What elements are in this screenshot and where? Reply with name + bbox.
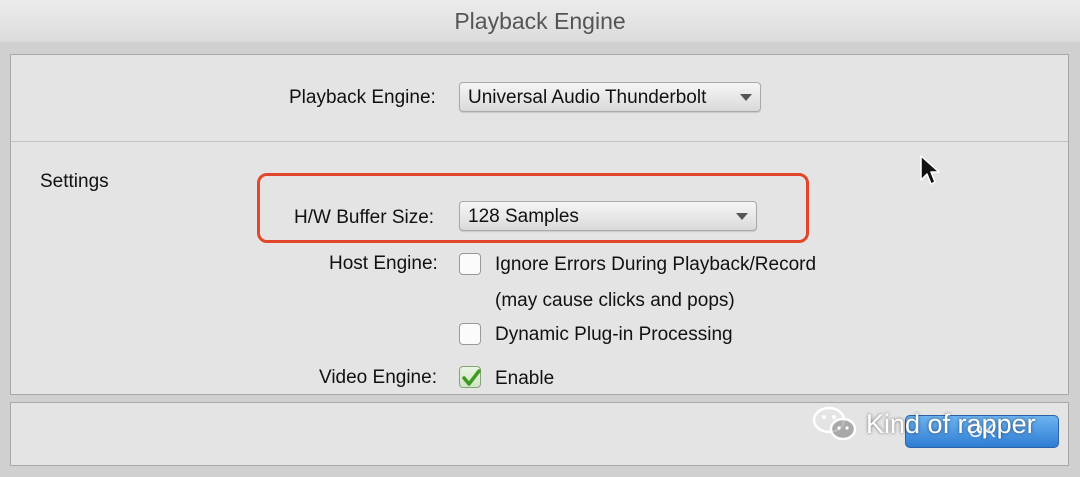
host-engine-label: Host Engine: [329,253,438,274]
dynamic-plugin-label[interactable]: Dynamic Plug-in Processing [495,324,733,346]
window-title: Playback Engine [0,0,1080,43]
chevron-down-icon [740,94,752,101]
settings-heading: Settings [40,171,109,192]
ignore-errors-note: (may cause clicks and pops) [495,290,735,311]
playback-engine-label: Playback Engine: [289,87,436,108]
buffer-highlight-annotation [257,173,809,243]
video-engine-label: Video Engine: [319,367,437,388]
ignore-errors-label[interactable]: Ignore Errors During Playback/Record [495,254,816,276]
wechat-icon [812,406,857,441]
playback-engine-value: Universal Audio Thunderbolt [468,87,707,108]
watermark: Kind of rapper [810,404,1060,444]
mouse-cursor-icon [920,155,940,185]
watermark-text: Kind of rapper [866,409,1036,439]
checkmark-icon [462,369,481,386]
ignore-errors-checkbox[interactable] [459,253,481,275]
dynamic-plugin-checkbox[interactable] [459,323,481,345]
video-enable-label[interactable]: Enable [495,368,554,390]
video-enable-checkbox[interactable] [459,366,481,388]
section-divider [11,141,1068,142]
settings-panel: Playback Engine: Universal Audio Thunder… [10,54,1069,395]
playback-engine-select[interactable]: Universal Audio Thunderbolt [459,82,761,112]
